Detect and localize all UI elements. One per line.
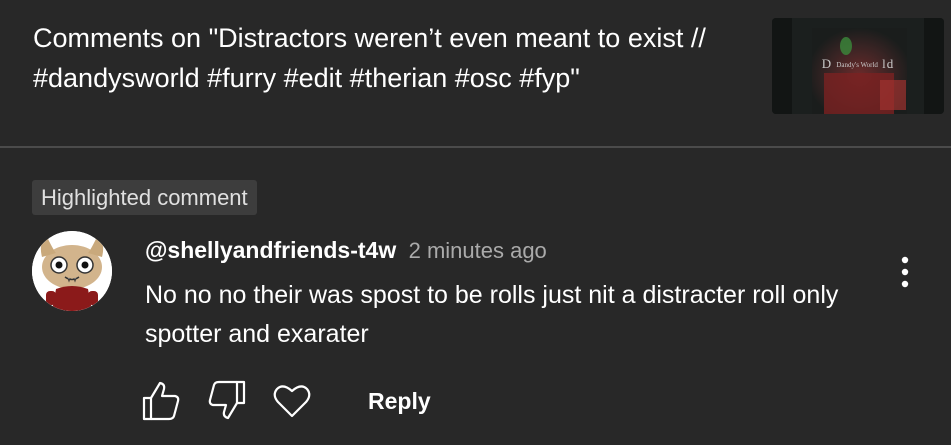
comment-text: No no no their was spost to be rolls jus…: [145, 281, 839, 348]
video-thumbnail[interactable]: D Dandy's World ld: [772, 18, 944, 114]
header-divider: [0, 146, 951, 148]
reply-button[interactable]: Reply: [356, 384, 443, 418]
thumbs-up-icon: [142, 381, 180, 421]
kebab-menu-icon: [901, 256, 909, 288]
comment-meta: @shellyandfriends-t4w 2 minutes ago: [145, 234, 547, 267]
thumbnail-caption: D Dandy's World ld: [821, 56, 895, 71]
page-title: Comments on "Distractors weren’t even me…: [33, 23, 706, 93]
dislike-button[interactable]: [204, 378, 248, 422]
heart-icon: [273, 385, 311, 418]
comments-header: Comments on "Distractors weren’t even me…: [0, 0, 951, 146]
like-button[interactable]: [140, 378, 184, 422]
heart-button[interactable]: [270, 378, 314, 422]
comment-author[interactable]: @shellyandfriends-t4w: [145, 237, 396, 263]
avatar-image: [32, 231, 112, 311]
thumbs-down-icon: [208, 380, 246, 420]
highlighted-comment-badge: Highlighted comment: [32, 180, 257, 215]
comment-actions: Reply: [0, 378, 951, 428]
comment-timestamp: 2 minutes ago: [408, 238, 547, 263]
more-options-button[interactable]: [890, 252, 920, 292]
avatar[interactable]: [32, 231, 112, 311]
comments-page: Comments on "Distractors weren’t even me…: [0, 0, 951, 445]
